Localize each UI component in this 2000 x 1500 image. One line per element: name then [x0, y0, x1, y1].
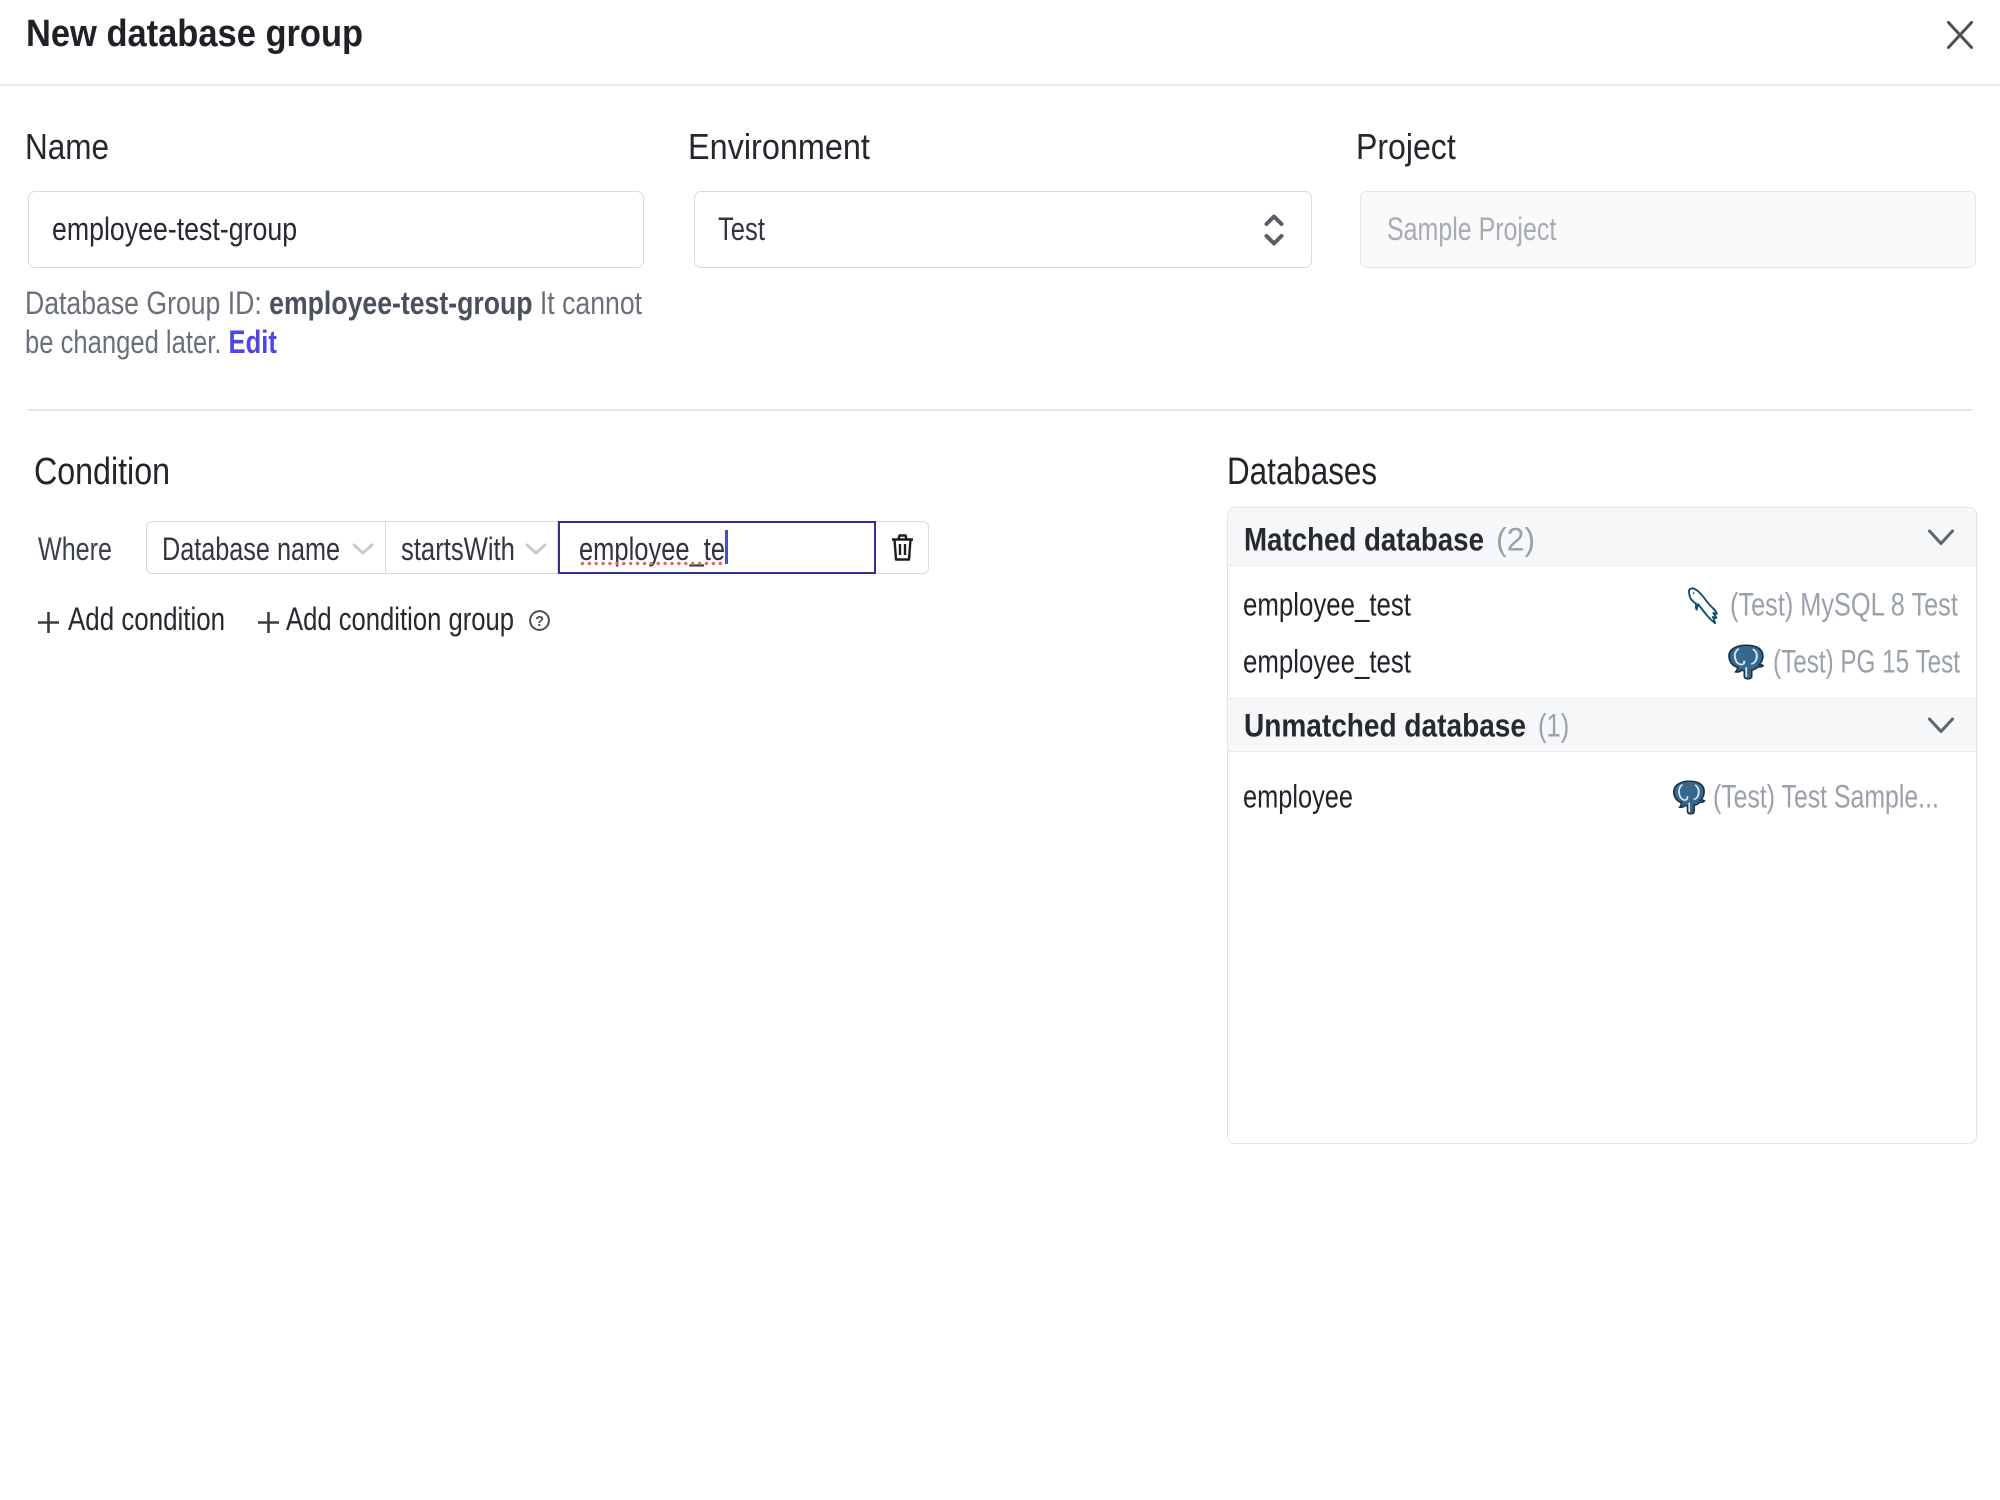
- svg-text:?: ?: [535, 614, 544, 630]
